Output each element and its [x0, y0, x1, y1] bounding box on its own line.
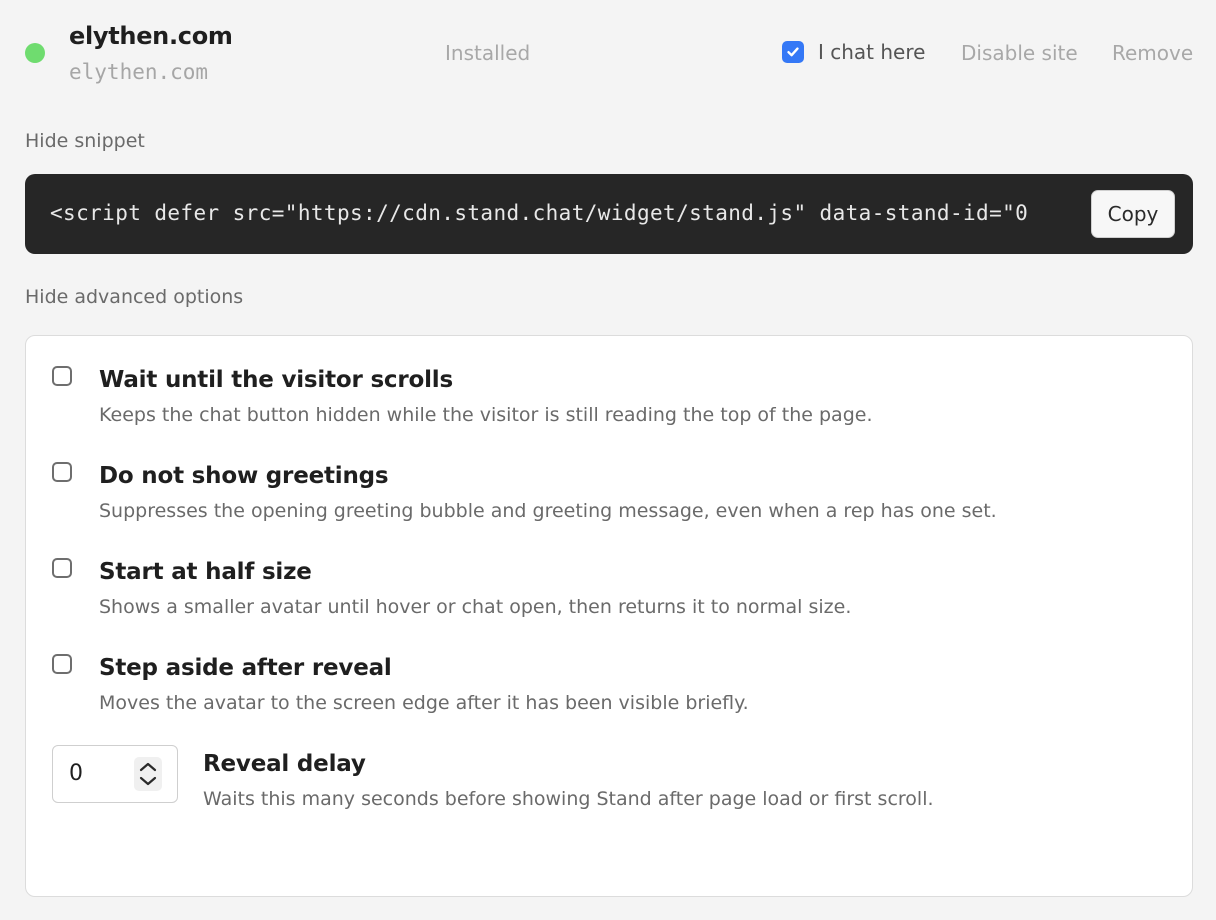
- reveal-delay-description: Waits this many seconds before showing S…: [203, 788, 934, 810]
- option-title: Step aside after reveal: [99, 655, 392, 681]
- reveal-delay-input[interactable]: 0: [52, 745, 178, 803]
- option-title: Do not show greetings: [99, 463, 389, 489]
- reveal-delay-value: 0: [69, 761, 83, 786]
- snippet-code-block: <script defer src="https://cdn.stand.cha…: [25, 174, 1193, 254]
- hide-snippet-toggle[interactable]: Hide snippet: [25, 130, 145, 152]
- site-domain: elythen.com: [69, 60, 209, 84]
- option-description: Moves the avatar to the screen edge afte…: [99, 692, 749, 714]
- advanced-options-panel: Wait until the visitor scrolls Keeps the…: [25, 335, 1193, 897]
- disable-site-button[interactable]: Disable site: [961, 41, 1078, 65]
- remove-site-button[interactable]: Remove: [1112, 41, 1193, 65]
- chat-here-label: I chat here: [818, 40, 926, 64]
- reveal-delay-title: Reveal delay: [203, 751, 366, 777]
- site-name: elythen.com: [69, 22, 233, 50]
- option-checkbox[interactable]: [52, 366, 72, 386]
- copy-button[interactable]: Copy: [1091, 190, 1175, 238]
- chat-here-checkbox[interactable]: [782, 41, 804, 63]
- hide-advanced-options-toggle[interactable]: Hide advanced options: [25, 286, 243, 308]
- install-status: Installed: [445, 41, 531, 65]
- option-description: Suppresses the opening greeting bubble a…: [99, 500, 997, 522]
- checkmark-icon: [787, 47, 799, 57]
- option-title: Wait until the visitor scrolls: [99, 367, 453, 393]
- stepper-arrows-icon[interactable]: [133, 756, 163, 792]
- option-title: Start at half size: [99, 559, 312, 585]
- chat-here-toggle[interactable]: I chat here: [782, 40, 925, 64]
- site-row: elythen.com elythen.com Installed I chat…: [0, 0, 1216, 110]
- snippet-code: <script defer src="https://cdn.stand.cha…: [50, 201, 1029, 225]
- option-description: Shows a smaller avatar until hover or ch…: [99, 596, 852, 618]
- option-checkbox[interactable]: [52, 558, 72, 578]
- status-indicator-dot: [25, 43, 45, 63]
- option-checkbox[interactable]: [52, 654, 72, 674]
- option-description: Keeps the chat button hidden while the v…: [99, 404, 873, 426]
- option-checkbox[interactable]: [52, 462, 72, 482]
